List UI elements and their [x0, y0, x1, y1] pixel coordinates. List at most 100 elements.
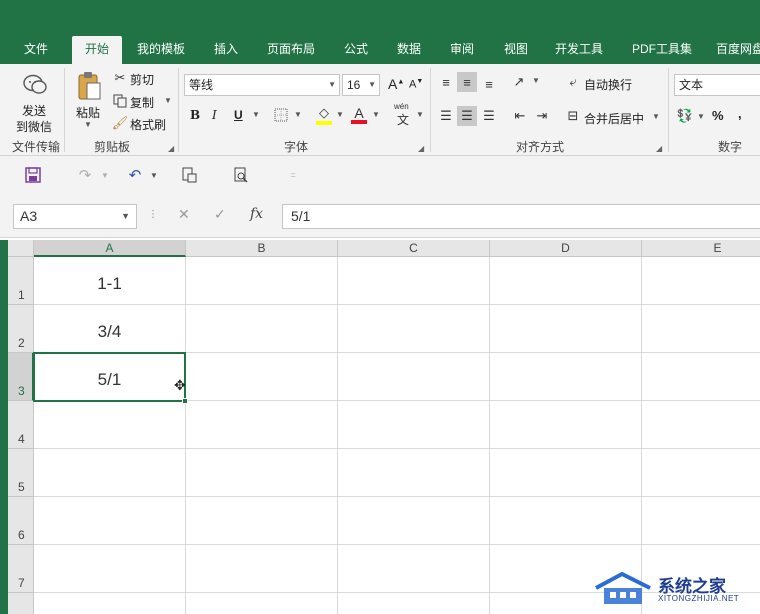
column-header-e[interactable]: E [642, 240, 760, 257]
row-header-7[interactable]: 7 [8, 545, 34, 593]
tab-review[interactable]: 审阅 [440, 36, 484, 64]
print-preview-icon[interactable] [178, 164, 200, 186]
tab-view[interactable]: 视图 [494, 36, 538, 64]
cell-a1[interactable]: 1-1 [34, 274, 185, 294]
tab-formulas[interactable]: 公式 [334, 36, 378, 64]
fill-handle[interactable] [182, 398, 188, 404]
cut-button[interactable]: 剪切 [130, 71, 154, 88]
tab-data[interactable]: 数据 [387, 36, 431, 64]
align-right-icon[interactable]: ☰ [479, 106, 499, 126]
format-painter-icon[interactable]: 🖌 [112, 115, 129, 131]
insert-function-icon[interactable]: fx [250, 206, 263, 222]
grow-font-button[interactable]: A▲ [388, 76, 404, 92]
underline-button[interactable]: U [234, 108, 243, 122]
decrease-indent-icon[interactable]: ⇤ [510, 106, 530, 126]
redo-dropdown-icon[interactable]: ▼ [94, 164, 116, 186]
quick-access-toolbar: ↷ ▼ ↶ ▼ = [0, 156, 760, 194]
phonetic-dropdown-icon[interactable]: ▼ [416, 110, 424, 119]
chevron-down-icon: ▼ [328, 80, 336, 89]
percent-button[interactable]: % [712, 108, 724, 123]
cell-a2[interactable]: 3/4 [34, 322, 185, 342]
merge-center-icon[interactable]: ⊟ [564, 106, 582, 126]
merge-dropdown-icon[interactable]: ▼ [652, 112, 660, 121]
group-separator [64, 68, 65, 152]
send-to-wechat-label-2[interactable]: 到微信 [16, 118, 52, 135]
accounting-dropdown-icon[interactable]: ▼ [697, 112, 705, 121]
increase-indent-icon[interactable]: ⇥ [532, 106, 552, 126]
row-header-5[interactable]: 5 [8, 449, 34, 497]
orientation-dropdown-icon[interactable]: ▼ [532, 76, 540, 85]
row-header-3[interactable]: 3 [8, 353, 34, 401]
copy-button[interactable]: 复制 [130, 94, 154, 111]
align-bottom-icon[interactable]: ≡ [479, 74, 499, 94]
row-number: 1 [18, 288, 25, 302]
align-middle-icon[interactable]: ≡ [457, 72, 477, 92]
font-name-select[interactable]: 等线 ▼ [184, 74, 340, 96]
font-color-dropdown-icon[interactable]: ▼ [372, 110, 380, 119]
tab-developer[interactable]: 开发工具 [548, 36, 610, 64]
cut-icon[interactable]: ✂ [112, 70, 128, 86]
fill-color-dropdown-icon[interactable]: ▼ [336, 110, 344, 119]
phonetic-button[interactable]: wén 文 [394, 102, 409, 128]
orientation-icon[interactable]: ↗ [508, 72, 530, 92]
tab-insert[interactable]: 插入 [204, 36, 248, 64]
ribbon-tab-bar: 文件 开始 我的模板 插入 页面布局 公式 数据 审阅 视图 开发工具 PDF工… [0, 36, 760, 64]
font-color-icon[interactable]: A [350, 104, 368, 126]
tab-pdf-tools[interactable]: PDF工具集 [626, 36, 698, 64]
confirm-entry-icon[interactable]: ✓ [214, 206, 226, 223]
tab-my-templates[interactable]: 我的模板 [130, 36, 192, 64]
align-center-icon[interactable]: ☰ [457, 106, 477, 126]
comma-button[interactable]: , [738, 106, 742, 121]
row-header-4[interactable]: 4 [8, 401, 34, 449]
column-header-c[interactable]: C [338, 240, 490, 257]
font-launcher-icon[interactable]: ◢ [418, 144, 424, 153]
wrap-text-icon[interactable]: ⤶ [564, 72, 582, 92]
send-to-wechat-label-1[interactable]: 发送 [22, 102, 46, 119]
shrink-font-button[interactable]: A▼ [409, 78, 423, 91]
customize-qat-icon[interactable]: = [282, 164, 304, 186]
cancel-entry-icon[interactable]: ✕ [178, 206, 190, 223]
border-icon[interactable] [272, 106, 290, 124]
copy-icon[interactable] [112, 93, 128, 109]
row-header-6[interactable]: 6 [8, 497, 34, 545]
underline-dropdown-icon[interactable]: ▼ [252, 110, 260, 119]
tab-page-layout[interactable]: 页面布局 [260, 36, 322, 64]
name-box[interactable]: A3 ▼ [13, 204, 137, 229]
tab-home[interactable]: 开始 [72, 36, 122, 64]
wechat-icon[interactable] [20, 72, 50, 98]
window-left-edge [0, 240, 8, 614]
zoom-preview-icon[interactable] [230, 164, 252, 186]
formula-input[interactable]: 5/1 [282, 204, 760, 229]
paste-button[interactable]: 粘贴 [76, 104, 100, 121]
column-header-d[interactable]: D [490, 240, 642, 257]
clipboard-launcher-icon[interactable]: ◢ [168, 144, 174, 153]
accounting-format-icon[interactable]: 💱 [674, 106, 696, 126]
column-header-a[interactable]: A [34, 240, 186, 257]
bold-button[interactable]: B [190, 108, 200, 122]
row-header-8[interactable] [8, 593, 34, 614]
row-header-1[interactable]: 1 [8, 257, 34, 305]
tab-baidu-netdisk[interactable]: 百度网盘 [710, 36, 760, 64]
save-icon[interactable] [22, 164, 44, 186]
border-dropdown-icon[interactable]: ▼ [294, 110, 302, 119]
select-all-corner[interactable] [8, 240, 34, 257]
format-painter-button[interactable]: 格式刷 [130, 116, 166, 133]
fill-color-icon[interactable]: ◇ [314, 104, 334, 126]
copy-dropdown-icon[interactable]: ▼ [164, 96, 172, 105]
undo-dropdown-icon[interactable]: ▼ [143, 164, 165, 186]
number-format-select[interactable]: 文本 [674, 74, 760, 96]
tab-file[interactable]: 文件 [14, 36, 58, 64]
font-size-select[interactable]: 16 ▼ [342, 74, 380, 96]
paste-icon[interactable] [74, 70, 104, 102]
alignment-launcher-icon[interactable]: ◢ [656, 144, 662, 153]
active-cell-border [33, 352, 186, 402]
row-header-2[interactable]: 2 [8, 305, 34, 353]
align-left-icon[interactable]: ☰ [436, 106, 456, 126]
italic-button[interactable]: I [212, 108, 217, 122]
redo-icon[interactable]: ↷ [74, 164, 96, 186]
merge-center-button[interactable]: 合并后居中 [584, 110, 644, 127]
wrap-text-button[interactable]: 自动换行 [584, 76, 632, 93]
align-top-icon[interactable]: ≡ [436, 72, 456, 92]
paste-dropdown-icon[interactable]: ▼ [84, 120, 92, 129]
column-header-b[interactable]: B [186, 240, 338, 257]
